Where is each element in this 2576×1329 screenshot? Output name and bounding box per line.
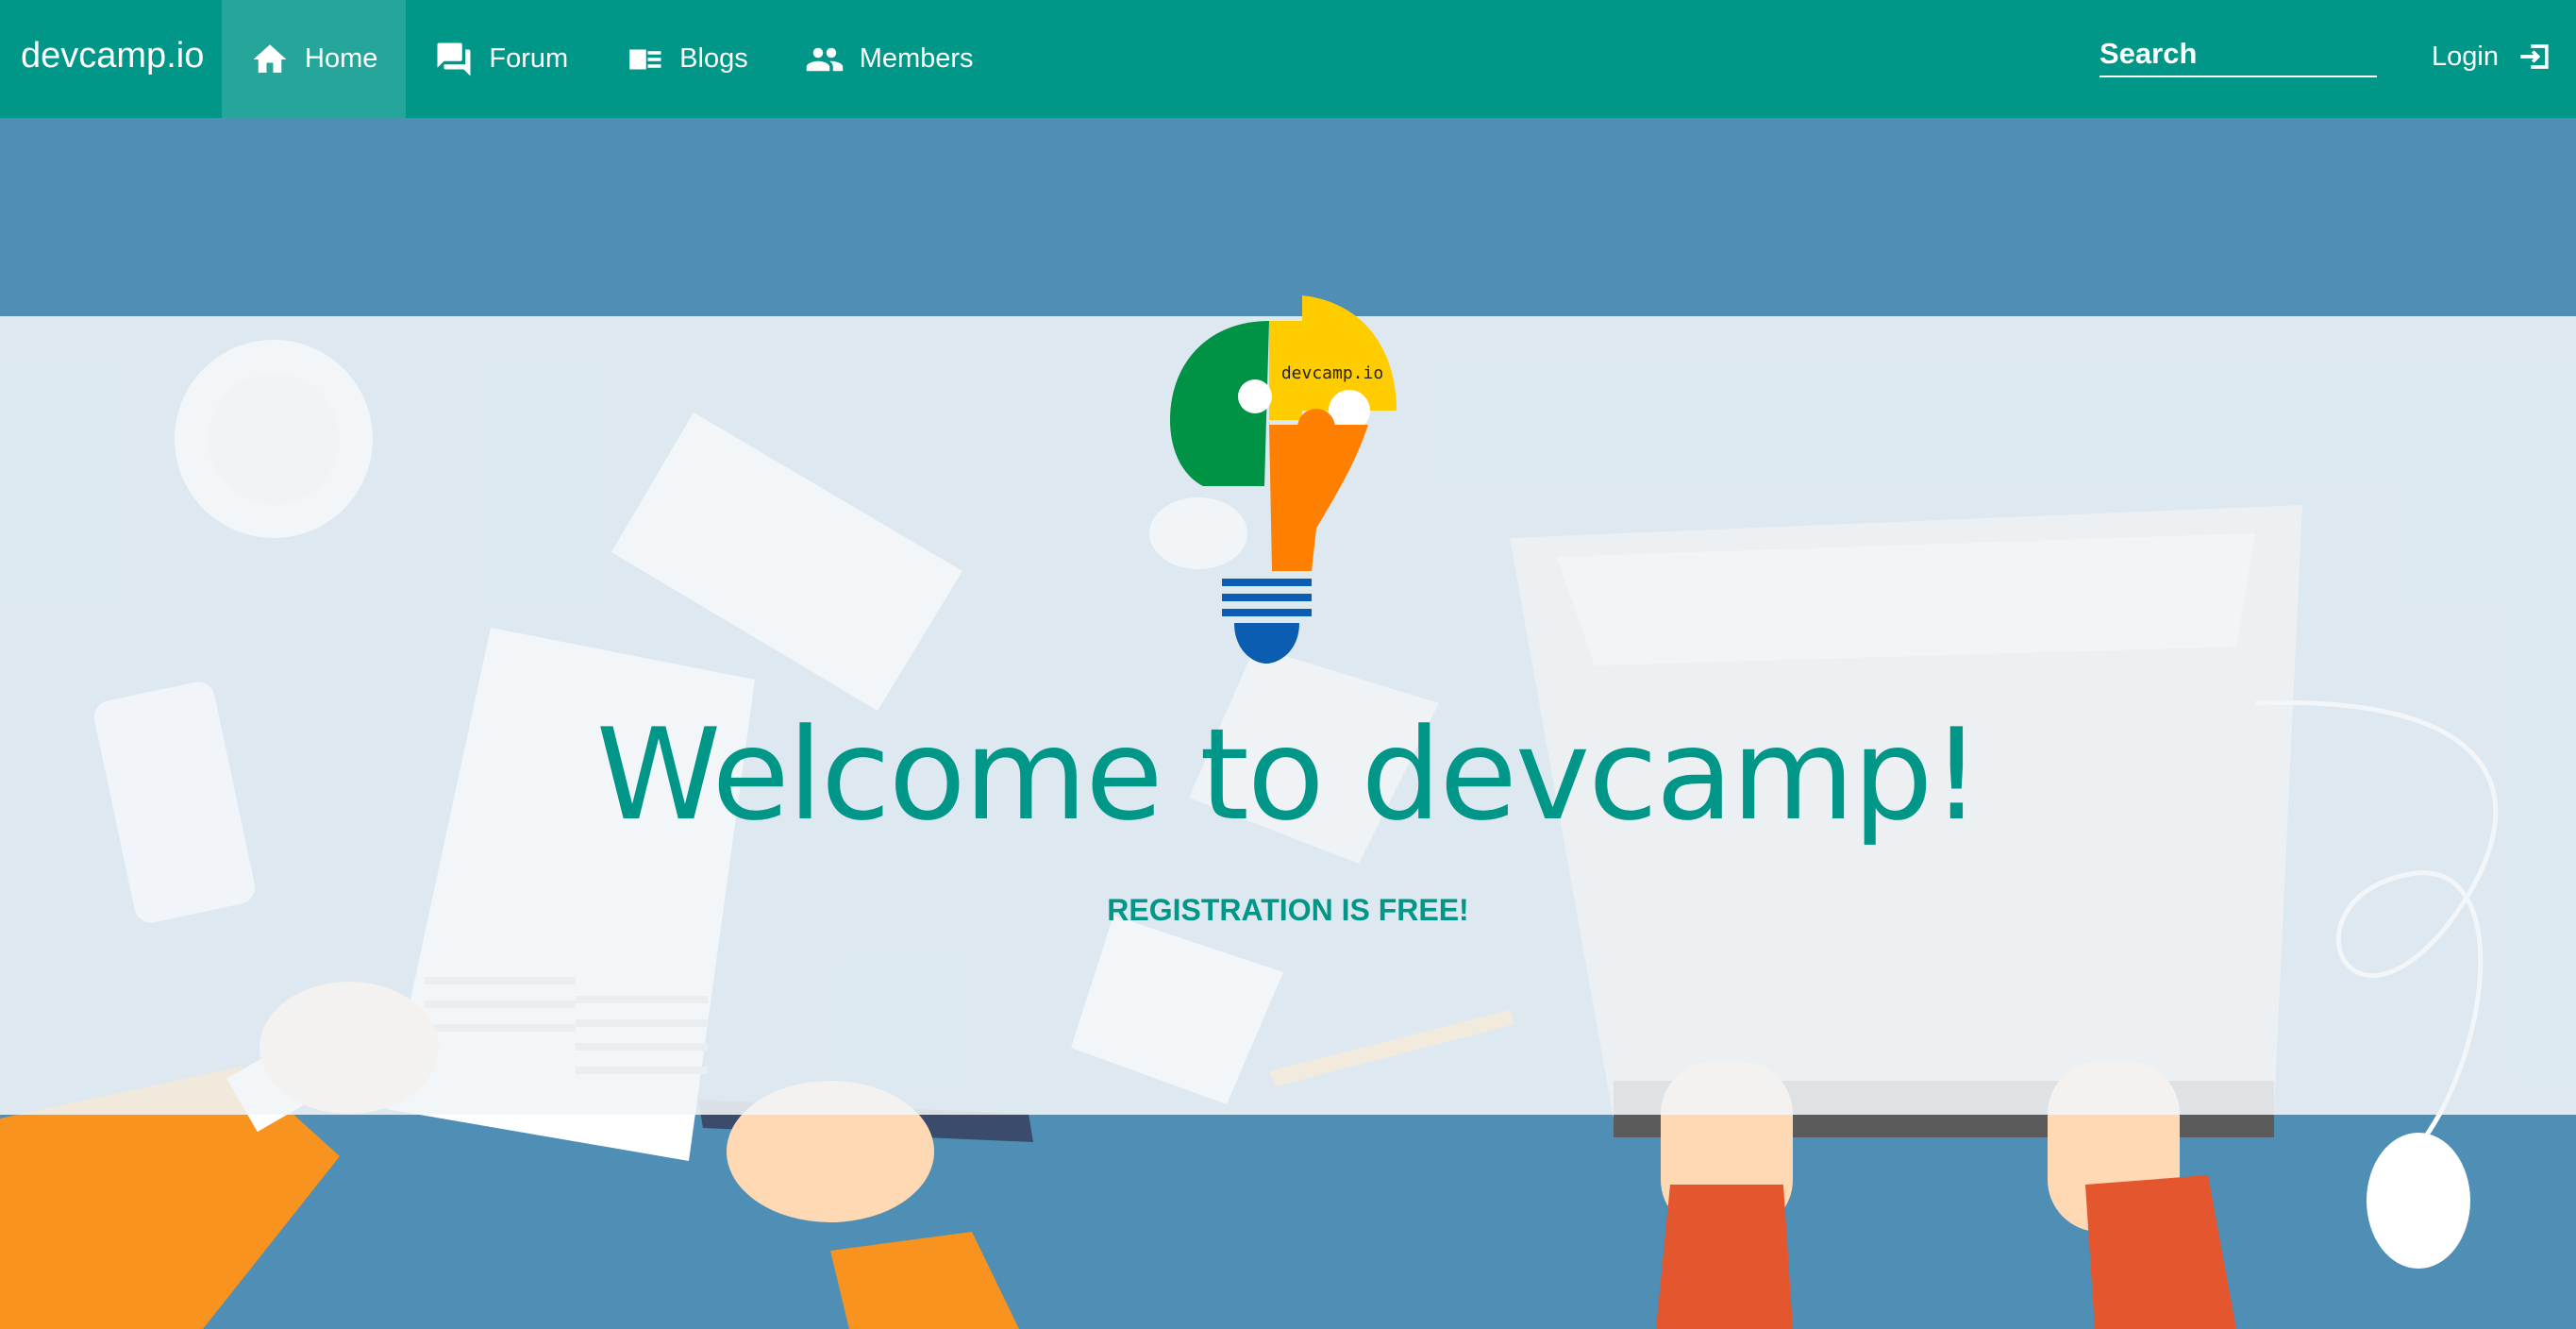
logo-text: devcamp.io <box>1281 363 1383 383</box>
welcome-heading: Welcome to devcamp! <box>595 701 1982 849</box>
nav-item-blogs[interactable]: Blogs <box>596 0 777 118</box>
login-label: Login <box>2432 41 2499 72</box>
home-icon <box>253 43 287 73</box>
devcamp-bulb-logo: devcamp.io <box>1170 295 1397 664</box>
search-input[interactable] <box>2099 32 2377 77</box>
nav-menu: Home Forum Blogs Members <box>222 0 1002 118</box>
top-navbar: devcamp.io Home Forum Blogs Members Logi… <box>0 0 2576 118</box>
brand-logo-text[interactable]: devcamp.io <box>21 0 204 111</box>
members-icon <box>806 47 843 71</box>
nav-item-label: Members <box>859 43 974 74</box>
login-button[interactable]: Login <box>2432 0 2555 113</box>
forum-icon <box>437 42 471 76</box>
nav-item-forum[interactable]: Forum <box>406 0 596 118</box>
nav-item-label: Blogs <box>679 43 748 74</box>
nav-item-label: Forum <box>489 43 569 74</box>
registration-link[interactable]: REGISTRATION IS FREE! <box>0 893 2576 928</box>
nav-item-label: Home <box>305 43 378 74</box>
login-icon <box>2520 44 2549 69</box>
nav-item-home[interactable]: Home <box>222 0 407 118</box>
search-box <box>2099 32 2377 77</box>
blogs-icon <box>629 49 661 69</box>
nav-item-members[interactable]: Members <box>777 0 1002 118</box>
